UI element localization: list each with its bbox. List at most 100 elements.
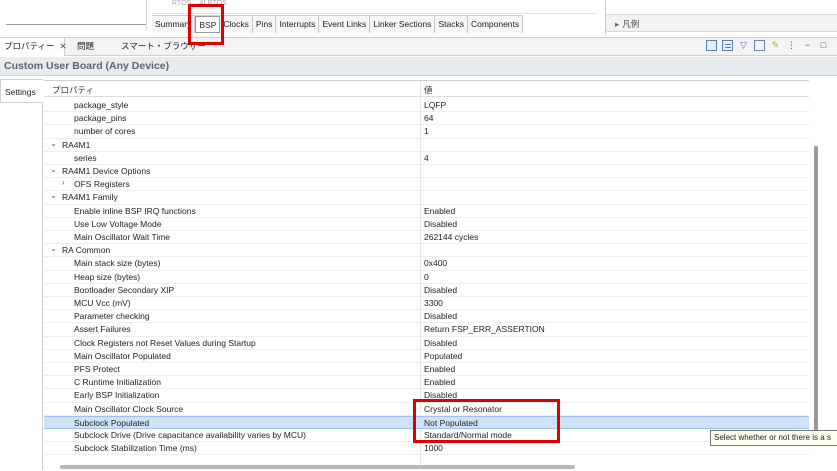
property-row[interactable]: number of cores 1 <box>44 125 809 139</box>
property-row[interactable]: Subclock Populated Not Populated <box>44 415 809 429</box>
legend-label[interactable]: ▸ 凡例 <box>615 18 639 30</box>
property-value[interactable]: Enabled <box>424 377 455 387</box>
tab-interrupts[interactable]: Interrupts <box>276 16 320 33</box>
property-row[interactable]: Subclock Drive (Drive capacitance availa… <box>44 429 809 443</box>
view-menu-icon[interactable]: ⋮ <box>786 40 797 51</box>
pin-icon[interactable]: ✎ <box>770 40 781 51</box>
property-value[interactable]: Disabled <box>424 311 457 321</box>
property-row[interactable]: Enable inline BSP IRQ functions Enabled <box>44 205 809 218</box>
property-row[interactable]: Heap size (bytes) 0 <box>44 271 809 284</box>
editor-fragment: RTOS ...AI RTOS <box>152 0 597 14</box>
tab-event-links[interactable]: Event Links <box>319 16 371 33</box>
property-row[interactable]: PFS Protect Enabled <box>44 363 809 377</box>
property-value[interactable]: 0 <box>424 272 429 282</box>
filter-icon[interactable]: ▽ <box>738 40 749 51</box>
tab-pins[interactable]: Pins <box>252 16 277 33</box>
property-name: package_style <box>74 100 129 110</box>
property-row[interactable]: package_pins 64 <box>44 112 809 126</box>
chevron-down-icon[interactable]: ⌄ <box>50 244 57 253</box>
property-value[interactable]: Enabled <box>424 364 455 374</box>
property-row[interactable]: Main Oscillator Clock Source Crystal or R… <box>44 403 809 416</box>
property-value[interactable]: Enabled <box>424 206 455 216</box>
chevron-down-icon[interactable]: ⌄ <box>50 191 57 200</box>
chevron-right-icon: ▸ <box>615 19 620 29</box>
view-toolbar: プロパティー ✕ 問題 スマート・ブラウザー ▽ ✎ ⋮ − □ <box>0 37 837 56</box>
property-value[interactable]: 64 <box>424 113 433 123</box>
property-value[interactable]: Return FSP_ERR_ASSERTION <box>424 324 545 334</box>
tab-components[interactable]: Components <box>467 16 524 33</box>
property-name: RA4M1 Family <box>62 192 118 203</box>
property-value[interactable]: 3300 <box>424 298 443 308</box>
property-name: MCU Vcc (mV) <box>74 298 131 308</box>
property-row[interactable]: Early BSP Initialization Disabled <box>44 389 809 403</box>
property-name: Clock Registers not Reset Values during … <box>74 337 256 348</box>
property-value[interactable]: Disabled <box>424 338 457 348</box>
property-row[interactable]: Bootloader Secondary XIP Disabled <box>44 284 809 297</box>
property-row[interactable]: ⌄ RA4M1 Family <box>44 191 809 205</box>
property-value[interactable]: LQFP <box>424 100 446 110</box>
property-value[interactable]: 0x400 <box>424 258 447 268</box>
property-value[interactable]: Crystal or Resonator <box>424 404 502 414</box>
tab-problems-label: 問題 <box>77 41 95 51</box>
property-name: package_pins <box>74 113 127 124</box>
tab-properties[interactable]: プロパティー ✕ <box>0 38 67 56</box>
show-categories-icon[interactable] <box>706 40 717 51</box>
page-title: Custom User Board (Any Device) <box>4 60 170 72</box>
property-row[interactable]: Main stack size (bytes) 0x400 <box>44 257 809 271</box>
property-row[interactable]: ⌄ RA4M1 Device Options <box>44 165 809 179</box>
tab-bsp[interactable]: BSP <box>195 16 221 33</box>
restore-default-icon[interactable] <box>754 40 765 51</box>
maximize-icon[interactable]: □ <box>818 40 829 51</box>
property-name: Parameter checking <box>74 311 150 322</box>
editor-fragment-text: RTOS ...AI RTOS <box>172 0 227 7</box>
horizontal-scrollbar[interactable] <box>60 465 575 469</box>
tab-smart-browser[interactable]: スマート・ブラウザー <box>117 38 210 56</box>
property-row[interactable]: Parameter checking Disabled <box>44 310 809 324</box>
property-value[interactable]: 4 <box>424 153 429 163</box>
property-row[interactable]: Clock Registers not Reset Values during … <box>44 337 809 350</box>
tab-clocks[interactable]: Clocks <box>220 16 253 33</box>
property-value[interactable]: Not Populated <box>424 418 478 428</box>
property-value[interactable]: 1000 <box>424 443 443 453</box>
property-name: Enable inline BSP IRQ functions <box>74 205 196 216</box>
property-row[interactable]: Assert Failures Return FSP_ERR_ASSERTION <box>44 323 809 337</box>
property-value[interactable]: Disabled <box>424 285 457 295</box>
tab-stacks[interactable]: Stacks <box>435 16 468 33</box>
property-row[interactable]: package_style LQFP <box>44 99 809 113</box>
property-name: Main Oscillator Populated <box>74 350 171 361</box>
chevron-right-icon[interactable]: › <box>62 178 65 187</box>
property-value[interactable]: Disabled <box>424 219 457 229</box>
property-value[interactable]: Standard/Normal mode <box>424 430 512 440</box>
property-value[interactable]: Populated <box>424 351 462 361</box>
property-value[interactable]: 1 <box>424 126 429 136</box>
tab-settings[interactable]: Settings <box>0 79 43 103</box>
property-row[interactable]: Use Low Voltage Mode Disabled <box>44 218 809 231</box>
legend-header[interactable]: ▸ 凡例 <box>606 14 837 32</box>
tab-linker-sections[interactable]: Linker Sections <box>370 16 436 33</box>
close-icon[interactable]: ✕ <box>60 41 67 51</box>
tab-summary[interactable]: Summary <box>152 16 196 33</box>
minimize-icon[interactable]: − <box>802 40 813 51</box>
property-value[interactable]: Disabled <box>424 390 457 400</box>
show-advanced-icon[interactable] <box>722 40 733 51</box>
property-row[interactable]: ⌄ RA Common <box>44 244 809 258</box>
chevron-down-icon[interactable]: ⌄ <box>50 139 57 148</box>
vertical-scrollbar[interactable] <box>812 80 824 470</box>
tab-problems[interactable]: 問題 <box>73 38 98 56</box>
column-header-value[interactable]: 値 <box>424 84 433 96</box>
property-row[interactable]: Main Oscillator Wait Time 262144 cycles <box>44 231 809 245</box>
chevron-down-icon[interactable]: ⌄ <box>50 165 57 174</box>
property-row[interactable]: Main Oscillator Populated Populated <box>44 350 809 363</box>
property-value[interactable]: 262144 cycles <box>424 232 478 242</box>
property-name: Main stack size (bytes) <box>74 258 161 269</box>
property-row[interactable]: MCU Vcc (mV) 3300 <box>44 297 809 311</box>
column-header-property[interactable]: プロパティ <box>52 84 94 96</box>
property-row[interactable]: ⌄ RA4M1 <box>44 139 809 152</box>
scrollbar-thumb[interactable] <box>814 146 818 446</box>
property-name: Subclock Populated <box>74 417 150 428</box>
property-row[interactable]: series 4 <box>44 152 809 165</box>
property-row[interactable]: Subclock Stabilization Time (ms) 1000 <box>44 442 809 456</box>
property-row[interactable]: › OFS Registers <box>44 178 809 192</box>
top-left-scrollbar[interactable] <box>6 24 146 25</box>
property-row[interactable]: C Runtime Initialization Enabled <box>44 376 809 390</box>
